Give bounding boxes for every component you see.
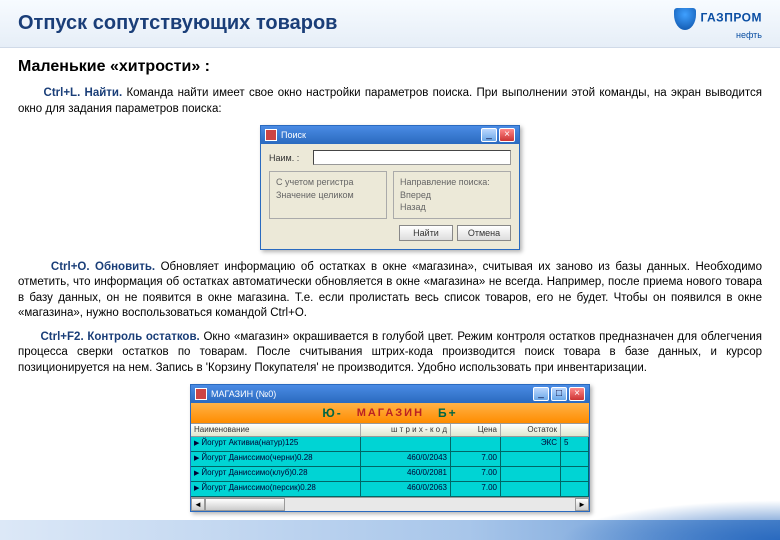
options-left: С учетом регистра Значение целиком bbox=[269, 171, 387, 219]
slide-footer bbox=[0, 520, 780, 540]
slide-header: Отпуск сопутствующих товаров bbox=[0, 0, 780, 48]
find-button[interactable]: Найти bbox=[399, 225, 453, 241]
slide-body: Маленькие «хитрости» : Ctrl+L. Найти. Ко… bbox=[0, 48, 780, 512]
options-right: Направление поиска: Вперед Назад bbox=[393, 171, 511, 219]
search-input[interactable] bbox=[313, 150, 511, 165]
slide-title: Отпуск сопутствующих товаров bbox=[18, 12, 337, 35]
minimize-button[interactable]: _ bbox=[481, 128, 497, 142]
close-button[interactable]: × bbox=[569, 387, 585, 401]
table-row[interactable]: Йогурт Даниссимо(клуб)0.28460/0/20817.00 bbox=[191, 467, 589, 482]
paragraph-control: Ctrl+F2. Контроль остатков. Окно «магази… bbox=[18, 330, 762, 377]
flame-icon bbox=[674, 8, 696, 30]
app-icon bbox=[265, 129, 277, 141]
scroll-left-icon[interactable]: ◄ bbox=[191, 498, 205, 511]
store-window: МАГАЗИН (№0) _ □ × Ю- МАГАЗИН Б+ Наимено… bbox=[190, 384, 590, 512]
app-icon bbox=[195, 388, 207, 400]
nav-prev[interactable]: Ю- bbox=[322, 406, 342, 420]
horizontal-scrollbar[interactable]: ◄ ► bbox=[191, 497, 589, 511]
minimize-button[interactable]: _ bbox=[533, 387, 549, 401]
cancel-button[interactable]: Отмена bbox=[457, 225, 511, 241]
table-row[interactable]: Йогурт Даниссимо(персик)0.28460/0/20637.… bbox=[191, 482, 589, 497]
close-button[interactable]: × bbox=[499, 128, 515, 142]
dialog-titlebar: Поиск _ × bbox=[261, 126, 519, 144]
store-titlebar: МАГАЗИН (№0) _ □ × bbox=[191, 385, 589, 403]
table-row[interactable]: Йогурт Активиа(натур)125ЭКС5 bbox=[191, 437, 589, 452]
table-row[interactable]: Йогурт Даниссимо(черни)0.28460/0/20437.0… bbox=[191, 452, 589, 467]
scroll-thumb[interactable] bbox=[205, 498, 285, 511]
search-dialog: Поиск _ × Наим. : С учетом регистра Знач… bbox=[260, 125, 520, 250]
table-body: Йогурт Активиа(натур)125ЭКС5 Йогурт Дани… bbox=[191, 437, 589, 497]
table-header: Наименование ш т р и х - к о д Цена Оста… bbox=[191, 423, 589, 437]
paragraph-refresh: Ctrl+O. Обновить. Обновляет информацию о… bbox=[18, 260, 762, 322]
store-banner: Ю- МАГАЗИН Б+ bbox=[191, 403, 589, 423]
brand-logo: ГАЗПРОМ нефть bbox=[674, 8, 762, 40]
paragraph-find: Ctrl+L. Найти. Команда найти имеет свое … bbox=[18, 86, 762, 117]
search-label: Наим. : bbox=[269, 153, 313, 163]
maximize-button[interactable]: □ bbox=[551, 387, 567, 401]
section-subtitle: Маленькие «хитрости» : bbox=[18, 58, 762, 76]
nav-next[interactable]: Б+ bbox=[438, 406, 458, 420]
